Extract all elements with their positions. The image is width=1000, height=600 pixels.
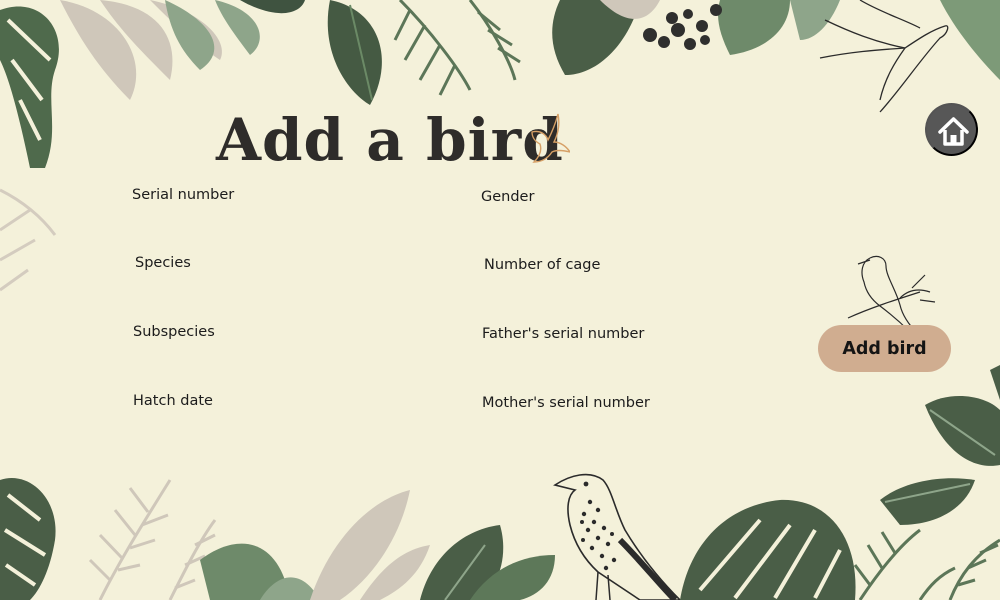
pale-fern-bottom [88, 479, 217, 600]
dove-icon [531, 113, 570, 163]
berry-cluster [643, 4, 722, 50]
subspecies-label: Subspecies [133, 324, 215, 340]
hatch-date-label: Hatch date [133, 393, 213, 409]
swallow-sketch [819, 0, 949, 113]
fern-left-edge [0, 188, 57, 292]
thrush-sketch [553, 473, 682, 600]
fern-top-center [393, 0, 521, 96]
fathers-serial-number-input[interactable] [477, 347, 785, 377]
sage-leaves-bottom-left [200, 543, 320, 600]
sage-leaf-top-right [940, 0, 1000, 80]
monstera-leaf-top-left [0, 6, 59, 168]
page-title: Add a bird [216, 106, 564, 174]
fern-bottom-right [853, 528, 1000, 600]
species-label: Species [135, 255, 191, 271]
add-bird-button[interactable]: Add bird [818, 325, 951, 372]
gender-label: Gender [481, 189, 535, 205]
gender-input[interactable] [477, 210, 785, 240]
mothers-serial-number-label: Mother's serial number [482, 395, 650, 411]
fathers-serial-number-label: Father's serial number [482, 326, 645, 342]
number-of-cage-label: Number of cage [484, 257, 601, 273]
leaf-cluster-top-right [552, 0, 840, 75]
dark-leaves-top-center [240, 0, 382, 105]
serial-number-label: Serial number [132, 187, 235, 203]
subspecies-input[interactable] [128, 345, 436, 375]
perched-bird-sketch [847, 255, 936, 335]
home-icon [938, 117, 969, 146]
hatch-date-input[interactable] [128, 414, 436, 444]
dark-leaves-bottom-center [420, 525, 555, 600]
home-button[interactable] [925, 103, 978, 156]
serial-number-input[interactable] [128, 208, 436, 238]
monstera-leaf-bottom-left [0, 478, 56, 600]
monstera-leaf-bottom-right [680, 499, 856, 600]
species-input[interactable] [128, 276, 436, 306]
mothers-serial-number-input[interactable] [477, 416, 785, 446]
number-of-cage-input[interactable] [477, 278, 785, 308]
leaves-right-edge [880, 365, 1000, 525]
pale-palm-bottom-center [310, 490, 430, 600]
